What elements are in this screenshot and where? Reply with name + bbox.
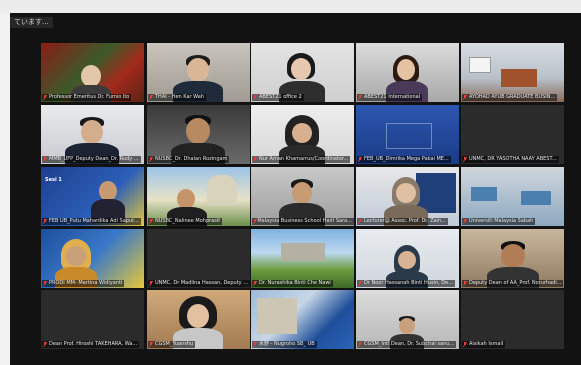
video-tile-12[interactable]: NUSBC_Nalinee Mohprasit bbox=[147, 167, 250, 226]
video-tile-6[interactable]: MMB_UFP_Deputy Dean_Dr. Rudy ... bbox=[41, 105, 144, 164]
video-tile-17[interactable]: UNMC, Dr Madlina Hassan, Deputy ... bbox=[147, 229, 250, 288]
video-tile-23[interactable]: 水野 - Nugroho SB_ UB bbox=[251, 290, 354, 349]
video-tile-9[interactable]: FEB_UB_Dimrika Mega Pakai ME... bbox=[356, 105, 459, 164]
mic-muted-icon bbox=[253, 95, 257, 100]
mic-muted-icon bbox=[149, 219, 153, 224]
participant-name: FEB_UB_Dimrika Mega Pakai ME... bbox=[364, 156, 449, 162]
participant-name: Deputy Dean of AA_Prof. Norurhadi... bbox=[469, 280, 562, 286]
video-tile-13[interactable]: Malaysia Business School Hairi Sara... bbox=[251, 167, 354, 226]
mic-muted-icon bbox=[149, 157, 153, 162]
participant-name: AYOHAD AYUB GRADUATE BUSIN... bbox=[469, 94, 556, 100]
mic-muted-icon bbox=[358, 157, 362, 162]
participant-name: Aisikah Ismail bbox=[469, 341, 504, 347]
video-tile-11[interactable]: Sesi 1 FEB UB_Putu Mahardika Adi Saput..… bbox=[41, 167, 144, 226]
video-tile-8[interactable]: Nur Aman Khamarrus/Coordinator... bbox=[251, 105, 354, 164]
mic-muted-icon bbox=[253, 342, 257, 347]
participant-name: CGSM_Yuanshu bbox=[155, 341, 194, 347]
mic-muted-icon bbox=[253, 219, 257, 224]
participant-name: Dr Noor Hassanah Binti Husin, De... bbox=[364, 280, 453, 286]
mic-muted-icon bbox=[43, 342, 47, 347]
mic-muted-icon bbox=[43, 157, 47, 162]
meeting-window: ています... Professor Emeritus Dr. Fumio Ito… bbox=[10, 13, 581, 365]
mic-muted-icon bbox=[43, 95, 47, 100]
video-tile-5[interactable]: AYOHAD AYUB GRADUATE BUSIN... bbox=[461, 43, 564, 102]
top-strip bbox=[0, 0, 581, 13]
participant-name: PRODI MM- Martina Widiyanti bbox=[49, 280, 123, 286]
video-tile-18[interactable]: Dr. Nurashika Binti Che Nawi bbox=[251, 229, 354, 288]
mic-muted-icon bbox=[253, 281, 257, 286]
mic-muted-icon bbox=[149, 342, 153, 347]
participant-name: 水野 - Nugroho SB_ UB bbox=[259, 341, 315, 347]
participant-name: Universiti Malaysia Sabah bbox=[469, 218, 534, 224]
participant-name: NUSBC_Nalinee Mohprasit bbox=[155, 218, 221, 224]
mic-muted-icon bbox=[149, 281, 153, 286]
mic-muted-icon bbox=[463, 219, 467, 224]
video-tile-14[interactable]: Lecturer@ Assoc. Prof. Dr. Zain... bbox=[356, 167, 459, 226]
video-tile-16[interactable]: PRODI MM- Martina Widiyanti bbox=[41, 229, 144, 288]
video-tile-2[interactable]: THAI - Hen Kar Wah bbox=[147, 43, 250, 102]
poster-title: Sesi 1 bbox=[45, 177, 62, 183]
video-tile-15[interactable]: Universiti Malaysia Sabah bbox=[461, 167, 564, 226]
participant-name: Dean Prof. Hiroshi TAKEHARA, Wa... bbox=[49, 341, 138, 347]
video-tile-22[interactable]: CGSM_Yuanshu bbox=[147, 290, 250, 349]
video-tile-1[interactable]: Professor Emeritus Dr. Fumio Ito bbox=[41, 43, 144, 102]
mic-muted-icon bbox=[463, 157, 467, 162]
participant-name: Professor Emeritus Dr. Fumio Ito bbox=[49, 94, 130, 100]
participant-name: MMB_UFP_Deputy Dean_Dr. Rudy ... bbox=[49, 156, 139, 162]
mic-muted-icon bbox=[463, 281, 467, 286]
video-tile-10[interactable]: UNMC, DR YASOTHA NAAY ABEST... bbox=[461, 105, 564, 164]
participant-name: ABEST21 International bbox=[364, 94, 421, 100]
participant-name: NUSBC_Dr. Dhalan Rozingam bbox=[155, 156, 228, 162]
mic-muted-icon bbox=[463, 342, 467, 347]
mic-muted-icon bbox=[463, 95, 467, 100]
participant-name: FEB UB_Putu Mahardika Adi Saput... bbox=[49, 218, 139, 224]
participant-name: ABEST21 office 2 bbox=[259, 94, 302, 100]
participant-name: UNMC, DR YASOTHA NAAY ABEST... bbox=[469, 156, 557, 162]
video-tile-19[interactable]: Dr Noor Hassanah Binti Husin, De... bbox=[356, 229, 459, 288]
notification-banner: ています... bbox=[10, 17, 53, 28]
participant-name: Nur Aman Khamarrus/Coordinator... bbox=[259, 156, 349, 162]
mic-muted-icon bbox=[253, 157, 257, 162]
video-tile-4[interactable]: ABEST21 International bbox=[356, 43, 459, 102]
mic-muted-icon bbox=[149, 95, 153, 100]
mic-muted-icon bbox=[358, 281, 362, 286]
participant-name: Malaysia Business School Hairi Sara... bbox=[257, 218, 352, 224]
participant-name: Lecturer@ Assoc. Prof. Dr. Zain... bbox=[364, 218, 446, 224]
mic-muted-icon bbox=[43, 219, 47, 224]
mic-muted-icon bbox=[43, 281, 47, 286]
participant-name: Dr. Nurashika Binti Che Nawi bbox=[259, 280, 331, 286]
mic-muted-icon bbox=[358, 219, 362, 224]
mic-muted-icon bbox=[358, 95, 362, 100]
video-tile-24[interactable]: CGSM_Intl Dean, Dr. Subchai sanu... bbox=[356, 290, 459, 349]
video-tile-3-active-speaker[interactable]: ABEST21 office 2 bbox=[251, 43, 354, 102]
mic-muted-icon bbox=[358, 342, 362, 347]
participant-name: UNMC, Dr Madlina Hassan, Deputy ... bbox=[154, 280, 248, 286]
video-tile-7[interactable]: NUSBC_Dr. Dhalan Rozingam bbox=[147, 105, 250, 164]
participant-name: CGSM_Intl Dean, Dr. Subchai sanu... bbox=[364, 341, 455, 347]
video-tile-25[interactable]: Aisikah Ismail bbox=[461, 290, 564, 349]
participant-name: THAI - Hen Kar Wah bbox=[155, 94, 205, 100]
video-tile-21[interactable]: Dean Prof. Hiroshi TAKEHARA, Wa... bbox=[41, 290, 144, 349]
video-tile-20[interactable]: Deputy Dean of AA_Prof. Norurhadi... bbox=[461, 229, 564, 288]
